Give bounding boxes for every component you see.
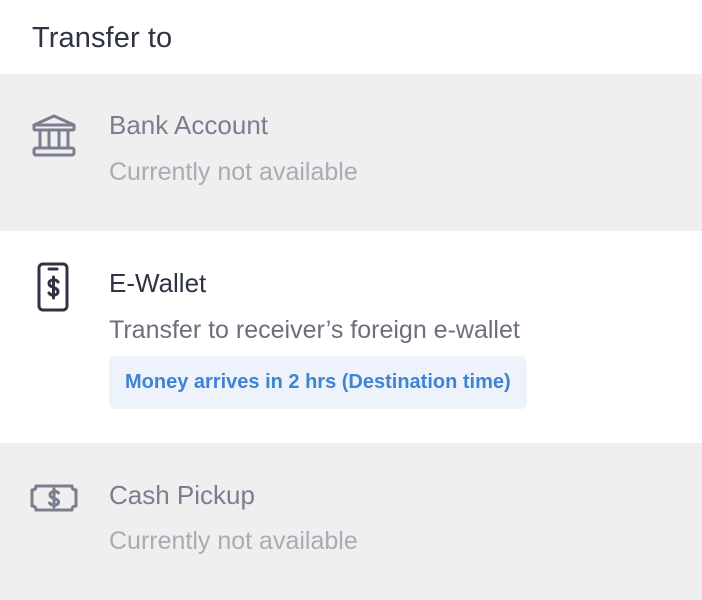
option-subtitle: Currently not available (109, 158, 358, 186)
delivery-time-badge: Money arrives in 2 hrs (Destination time… (109, 356, 527, 409)
header: Transfer to (0, 0, 702, 74)
option-title: Bank Account (109, 110, 268, 140)
page-title: Transfer to (32, 22, 173, 54)
option-cash-pickup[interactable]: Cash Pickup Currently not available (0, 443, 702, 600)
option-title: E-Wallet (109, 268, 207, 298)
e-wallet-icon (26, 260, 82, 316)
option-e-wallet[interactable]: E-Wallet Transfer to receiver’s foreign … (0, 232, 702, 442)
cash-icon (26, 470, 82, 526)
option-bank-account[interactable]: Bank Account Currently not available (0, 74, 702, 231)
bank-icon (26, 108, 82, 164)
option-subtitle: Currently not available (109, 527, 358, 555)
option-title: Cash Pickup (109, 480, 255, 510)
option-subtitle: Transfer to receiver’s foreign e-wallet (109, 316, 520, 344)
transfer-method-screen: Transfer to Bank Account Currently not a… (0, 0, 702, 600)
